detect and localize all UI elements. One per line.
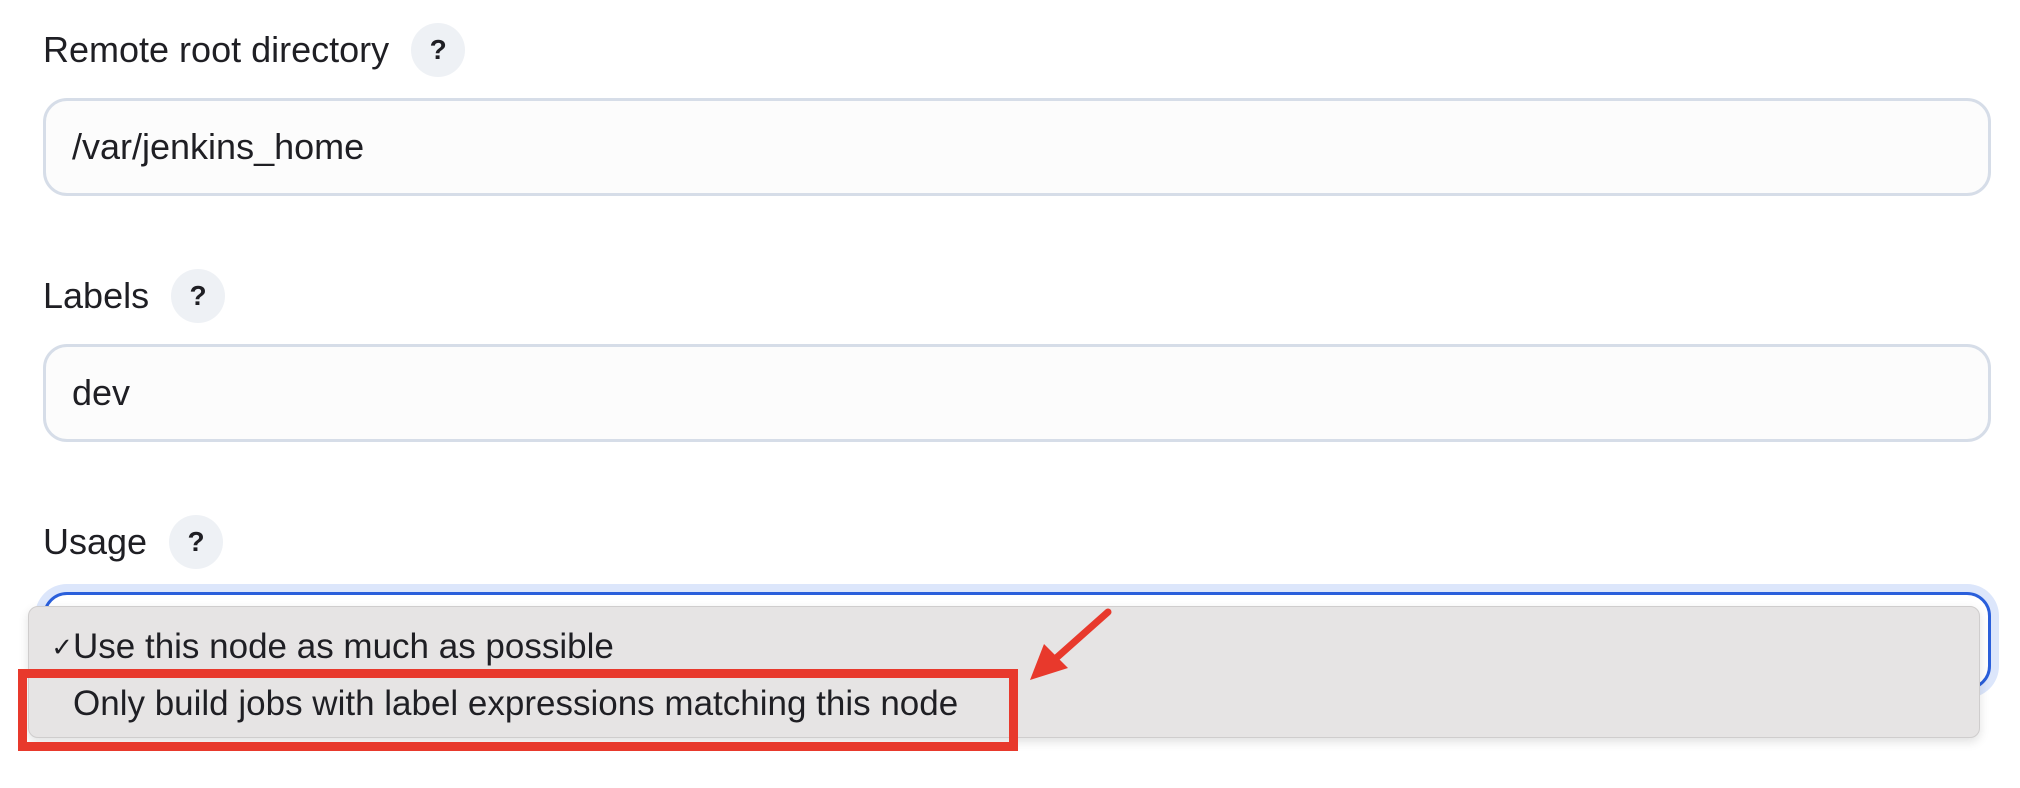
usage-label-row: Usage ? — [43, 510, 224, 574]
labels-help-icon[interactable]: ? — [171, 269, 226, 323]
usage-label: Usage — [43, 521, 148, 562]
node-config-form: Remote root directory ? /var/jenkins_hom… — [0, 0, 2020, 788]
remote-root-help-icon[interactable]: ? — [411, 23, 466, 77]
usage-dropdown-menu: ✓ Use this node as much as possible Only… — [28, 606, 1980, 738]
remote-root-label-row: Remote root directory ? — [43, 18, 466, 82]
option-label: Use this node as much as possible — [73, 627, 614, 666]
labels-label-row: Labels ? — [43, 264, 226, 328]
labels-label: Labels — [43, 275, 150, 316]
remote-root-input[interactable]: /var/jenkins_home — [43, 98, 1991, 196]
usage-option-label-expressions-only[interactable]: Only build jobs with label expressions m… — [29, 676, 1979, 732]
remote-root-label: Remote root directory — [43, 29, 390, 70]
checkmark-icon: ✓ — [51, 631, 73, 662]
usage-help-icon[interactable]: ? — [169, 515, 224, 569]
option-label: Only build jobs with label expressions m… — [73, 684, 959, 723]
labels-input[interactable]: dev — [43, 344, 1991, 442]
usage-option-as-much-as-possible[interactable]: ✓ Use this node as much as possible — [29, 619, 1979, 675]
